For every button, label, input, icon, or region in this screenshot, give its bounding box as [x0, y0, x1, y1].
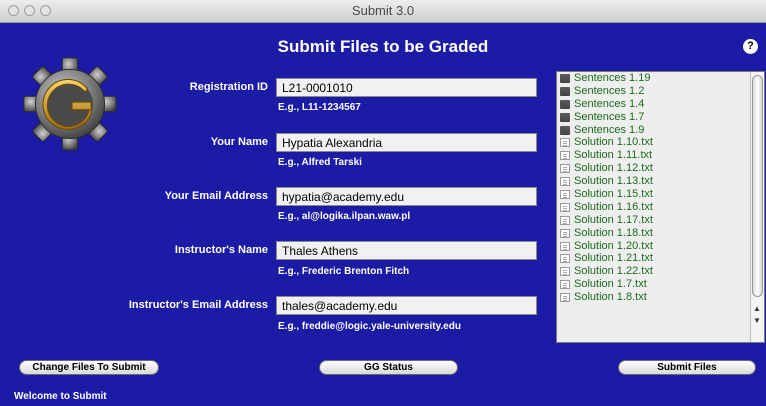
document-icon [560, 254, 570, 264]
your-name-field[interactable]: Hypatia Alexandria [276, 133, 537, 152]
file-list-item[interactable]: Solution 1.17.txt [557, 214, 764, 227]
folder-icon [560, 86, 570, 96]
file-name: Solution 1.10.txt [574, 136, 653, 149]
file-list-item[interactable]: Solution 1.16.txt [557, 201, 764, 214]
submit-window: Submit 3.0 Submit Files to be Graded ? R… [0, 0, 766, 406]
gg-status-button[interactable]: GG Status [319, 360, 458, 375]
file-list-item[interactable]: Solution 1.11.txt [557, 149, 764, 162]
file-name: Solution 1.15.txt [574, 188, 653, 201]
file-list-item[interactable]: Sentences 1.9 [557, 124, 764, 137]
file-name: Sentences 1.7 [574, 110, 645, 123]
folder-icon [560, 74, 570, 83]
file-list-scrollbar[interactable]: ▲ ▼ [750, 72, 764, 342]
registration-id-field[interactable]: L21-0001010 [276, 78, 537, 97]
document-icon [560, 228, 570, 238]
file-list-item[interactable]: Solution 1.8.txt [557, 291, 764, 304]
file-list-item[interactable]: Solution 1.15.txt [557, 188, 764, 201]
instructor-email-field[interactable]: thales@academy.edu [276, 296, 537, 315]
your-email-example: E.g., al@logika.ilpan.waw.pl [278, 211, 411, 222]
folder-icon [560, 112, 570, 122]
file-list-item[interactable]: Sentences 1.19 [557, 72, 764, 85]
registration-id-example: E.g., L11-1234567 [278, 102, 361, 113]
instructor-email-label: Instructor's Email Address [128, 299, 268, 311]
file-list-item[interactable]: Solution 1.22.txt [557, 265, 764, 278]
your-name-label: Your Name [210, 136, 268, 148]
file-list[interactable]: Sentences 1.19 Sentences 1.2 Sentences 1.4… [556, 71, 765, 343]
folder-icon [560, 99, 570, 109]
file-list-item[interactable]: Solution 1.21.txt [557, 252, 764, 265]
instructor-name-example: E.g., Frederic Brenton Fitch [278, 266, 410, 277]
file-name: Solution 1.22.txt [574, 265, 653, 278]
file-name: Solution 1.20.txt [574, 239, 653, 252]
scrollbar-thumb[interactable] [752, 75, 763, 297]
document-icon [560, 215, 570, 225]
instructor-name-label: Instructor's Name [174, 244, 268, 256]
change-files-button[interactable]: Change Files To Submit [19, 360, 159, 375]
submit-files-button[interactable]: Submit Files [618, 360, 756, 375]
file-name: Solution 1.16.txt [574, 200, 653, 213]
window-title: Submit 3.0 [351, 3, 415, 18]
file-list-item[interactable]: Solution 1.7.txt [557, 278, 764, 291]
file-name: Sentences 1.4 [574, 97, 645, 110]
document-icon [560, 138, 570, 148]
scroll-down-arrow-icon[interactable]: ▼ [753, 317, 761, 325]
file-name: Solution 1.17.txt [574, 213, 653, 226]
title-bar: Submit 3.0 [0, 0, 766, 23]
scroll-up-arrow-icon[interactable]: ▲ [753, 305, 761, 313]
document-icon [560, 151, 570, 161]
file-name: Solution 1.8.txt [574, 291, 647, 304]
file-name: Sentences 1.9 [574, 123, 645, 136]
instructor-email-example: E.g., freddie@logic.yale-university.edu [278, 321, 461, 332]
file-name: Sentences 1.2 [574, 84, 645, 97]
file-list-item[interactable]: Sentences 1.7 [557, 111, 764, 124]
page-heading: Submit Files to be Graded [277, 37, 489, 56]
file-list-items: Sentences 1.19 Sentences 1.2 Sentences 1.4… [557, 72, 764, 304]
document-icon [560, 293, 570, 303]
folder-icon [560, 125, 570, 135]
your-email-label: Your Email Address [164, 190, 268, 202]
file-list-item[interactable]: Sentences 1.4 [557, 98, 764, 111]
document-icon [560, 241, 570, 251]
gear-g-logo-icon [23, 57, 117, 151]
file-name: Solution 1.12.txt [574, 162, 653, 175]
document-icon [560, 280, 570, 290]
document-icon [560, 177, 570, 187]
file-list-item[interactable]: Solution 1.20.txt [557, 240, 764, 253]
file-name: Solution 1.11.txt [574, 149, 653, 162]
status-text: Welcome to Submit [14, 391, 107, 402]
file-name: Solution 1.18.txt [574, 226, 653, 239]
file-name: Sentences 1.19 [574, 72, 651, 84]
document-icon [560, 190, 570, 200]
document-icon [560, 267, 570, 277]
file-list-item[interactable]: Solution 1.18.txt [557, 227, 764, 240]
file-name: Solution 1.7.txt [574, 278, 647, 291]
your-email-field[interactable]: hypatia@academy.edu [276, 187, 537, 206]
help-icon[interactable]: ? [743, 39, 758, 54]
file-list-item[interactable]: Solution 1.13.txt [557, 175, 764, 188]
file-list-item[interactable]: Solution 1.10.txt [557, 136, 764, 149]
your-name-example: E.g., Alfred Tarski [278, 157, 362, 168]
file-list-item[interactable]: Solution 1.12.txt [557, 162, 764, 175]
document-icon [560, 202, 570, 212]
file-name: Solution 1.21.txt [574, 252, 653, 265]
file-list-item[interactable]: Sentences 1.2 [557, 85, 764, 98]
instructor-name-field[interactable]: Thales Athens [276, 241, 537, 260]
document-icon [560, 164, 570, 174]
registration-id-label: Registration ID [189, 81, 268, 93]
file-name: Solution 1.13.txt [574, 175, 653, 188]
